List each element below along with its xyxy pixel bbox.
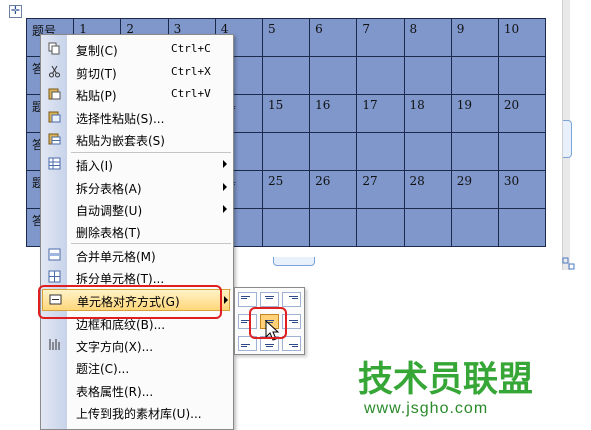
menu-item-text-direction[interactable]: 文字方向(X)... [41, 334, 233, 356]
menu-item-insert[interactable]: 插入(I) [41, 153, 233, 175]
table-cell[interactable]: 27 [356, 170, 405, 209]
menu-label: 粘贴为嵌套表(S) [76, 134, 165, 148]
table-cell[interactable]: 15 [261, 94, 311, 133]
table-cell[interactable] [497, 208, 547, 247]
submenu-arrow-icon [223, 183, 227, 191]
menu-label: 粘贴(P) [76, 89, 117, 103]
table-cell[interactable] [450, 208, 499, 247]
menu-label: 复制(C) [76, 44, 118, 58]
table-cell[interactable] [261, 56, 311, 95]
highlight-box-align-option [249, 307, 287, 339]
menu-label: 题注(C)... [76, 362, 130, 376]
table-cell[interactable]: 19 [450, 94, 499, 133]
menu-item-upload-library[interactable]: 上传到我的素材库(U)... [41, 401, 233, 423]
table-cell[interactable]: 30 [497, 170, 547, 209]
menu-label: 自动调整(U) [76, 204, 143, 218]
menu-label: 剪切(T) [76, 67, 117, 81]
align-top-center-button[interactable] [260, 292, 279, 307]
table-cell[interactable]: 7 [356, 18, 405, 57]
table-cell[interactable] [309, 132, 358, 171]
menu-label: 删除表格(T) [76, 226, 141, 240]
submenu-arrow-icon [223, 205, 227, 213]
menu-item-caption[interactable]: 题注(C)... [41, 356, 233, 378]
menu-item-table-properties[interactable]: 表格属性(R)... [41, 379, 233, 401]
table-cell[interactable]: 29 [450, 170, 499, 209]
table-cell[interactable]: 25 [261, 170, 311, 209]
highlight-box-menu-item [38, 285, 222, 319]
split-cells-icon [48, 270, 61, 283]
menu-item-paste[interactable]: 粘贴(P) Ctrl+V [41, 83, 233, 105]
table-cell[interactable]: 10 [497, 18, 547, 57]
context-menu: 复制(C) Ctrl+C 剪切(T) Ctrl+X 粘贴(P) Ctrl+V 选… [40, 34, 234, 430]
table-cell[interactable] [261, 132, 311, 171]
menu-shortcut: Ctrl+C [171, 42, 211, 55]
table-cell[interactable]: 16 [309, 94, 358, 133]
watermark-logo: 技术员联盟 [358, 360, 533, 398]
table-cell[interactable] [309, 56, 358, 95]
table-cell[interactable] [309, 208, 358, 247]
menu-item-split-table[interactable]: 拆分表格(A) [41, 176, 233, 198]
menu-label: 插入(I) [76, 159, 113, 173]
table-cell[interactable] [261, 208, 311, 247]
insert-table-icon [48, 157, 61, 170]
align-top-left-button[interactable] [238, 292, 257, 307]
table-cell[interactable] [403, 208, 452, 247]
menu-item-paste-nested-table[interactable]: 粘贴为嵌套表(S) [41, 128, 233, 150]
menu-label: 合并单元格(M) [76, 250, 156, 264]
table-cell[interactable] [450, 132, 499, 171]
watermark-url: www.jsgho.com [364, 400, 489, 417]
menu-item-delete-table[interactable]: 删除表格(T) [41, 220, 233, 242]
table-cell[interactable]: 6 [309, 18, 358, 57]
table-right-resize-handle[interactable] [563, 120, 572, 158]
menu-label: 文字方向(X)... [76, 340, 154, 354]
menu-item-merge-cells[interactable]: 合并单元格(M) [41, 244, 233, 266]
table-cell[interactable] [356, 132, 405, 171]
paste-special-icon [48, 111, 61, 123]
align-bottom-right-button[interactable] [282, 336, 301, 351]
table-cell[interactable] [403, 56, 452, 95]
scissors-icon [49, 65, 60, 78]
copy-icon [48, 42, 60, 55]
table-cell[interactable]: 28 [403, 170, 452, 209]
table-resize-corner-icon[interactable] [562, 257, 576, 271]
svg-text:技术员联盟: 技术员联盟 [358, 360, 533, 398]
paste-icon [48, 88, 61, 100]
menu-shortcut: Ctrl+V [171, 87, 211, 100]
table-cell[interactable]: 9 [450, 18, 499, 57]
menu-label: 选择性粘贴(S)... [76, 112, 165, 126]
table-cell[interactable] [403, 132, 452, 171]
table-move-handle[interactable]: ✛ [9, 5, 22, 18]
menu-shortcut: Ctrl+X [171, 65, 211, 78]
table-cell[interactable] [497, 132, 547, 171]
submenu-arrow-icon [223, 160, 227, 168]
text-direction-icon [49, 339, 60, 350]
table-cell[interactable] [497, 56, 547, 95]
menu-label: 上传到我的素材库(U)... [76, 407, 202, 421]
menu-item-paste-special[interactable]: 选择性粘贴(S)... [41, 106, 233, 128]
merge-cells-icon [48, 248, 61, 261]
menu-item-copy[interactable]: 复制(C) Ctrl+C [41, 38, 233, 60]
table-cell[interactable] [450, 56, 499, 95]
menu-label: 表格属性(R)... [76, 385, 154, 399]
table-cell[interactable] [356, 208, 405, 247]
align-top-right-button[interactable] [282, 292, 301, 307]
table-bottom-resize-handle[interactable] [273, 257, 315, 266]
menu-item-autofit[interactable]: 自动调整(U) [41, 198, 233, 220]
table-cell[interactable]: 18 [403, 94, 452, 133]
submenu-arrow-icon [224, 296, 228, 304]
table-cell[interactable]: 5 [261, 18, 311, 57]
table-cell[interactable]: 26 [309, 170, 358, 209]
table-cell[interactable]: 20 [497, 94, 547, 133]
table-cell[interactable]: 8 [403, 18, 452, 57]
menu-label: 拆分表格(A) [76, 182, 142, 196]
menu-item-cut[interactable]: 剪切(T) Ctrl+X [41, 61, 233, 83]
table-cell[interactable] [356, 56, 405, 95]
table-cell[interactable]: 17 [356, 94, 405, 133]
paste-table-icon [48, 133, 61, 145]
